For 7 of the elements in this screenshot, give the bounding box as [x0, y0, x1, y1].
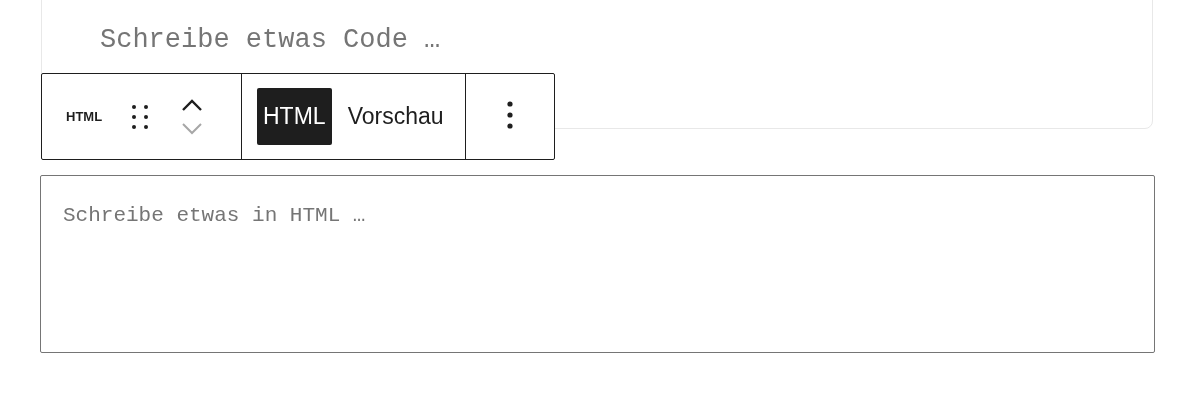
tab[interactable]: HTML	[257, 88, 332, 145]
drag-handle-icon[interactable]	[130, 102, 151, 131]
html-input-field[interactable]: Schreibe etwas in HTML …	[40, 175, 1155, 353]
more-vertical-icon	[507, 101, 513, 129]
code-input-field[interactable]: Schreibe etwas Code …	[100, 25, 700, 59]
tab[interactable]: Vorschau	[341, 88, 450, 145]
block-type-label: HTML	[66, 109, 103, 124]
